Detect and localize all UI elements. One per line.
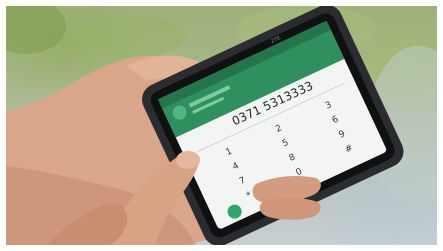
fingertip	[176, 151, 200, 169]
fingers-under-phone	[259, 197, 321, 220]
photo-frame: 0371 5313333 1 2 3 4 5 6 7 8 9 * 0 # ZTE	[6, 6, 437, 245]
scene: 0371 5313333 1 2 3 4 5 6 7 8 9 * 0 # ZTE	[6, 6, 437, 245]
